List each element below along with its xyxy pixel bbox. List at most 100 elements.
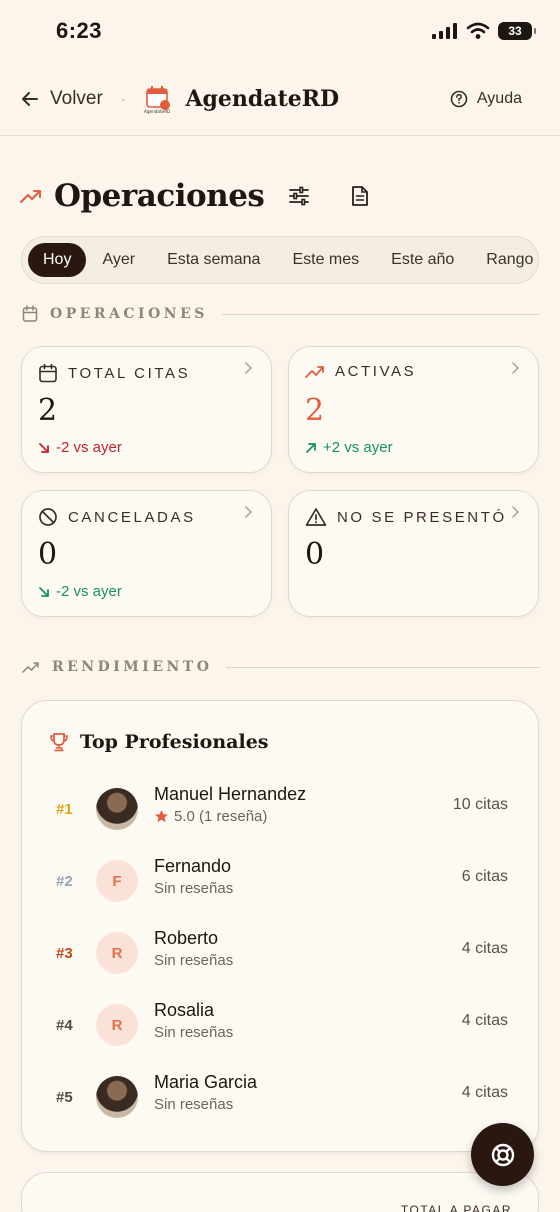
chevron-right-icon: [512, 362, 520, 374]
rank: #3: [56, 945, 73, 962]
stat-trend-text: +2 vs ayer: [323, 439, 393, 456]
stat-trend-text: -2 vs ayer: [56, 583, 122, 600]
avatar: R: [96, 932, 138, 974]
battery-icon: 33: [498, 22, 536, 40]
page-title: Operaciones: [54, 178, 265, 214]
avatar: [96, 788, 138, 830]
card-title: Top Profesionales: [80, 731, 269, 753]
professional-row[interactable]: #4 R Rosalia Sin reseñas 4 citas: [22, 997, 540, 1057]
payment-summary-card: TOTAL A PAGAR: [21, 1172, 539, 1212]
document-icon[interactable]: [350, 185, 370, 207]
nav-separator: ·: [120, 90, 126, 107]
wifi-icon: [466, 22, 490, 39]
appointment-count: 10 citas: [452, 796, 508, 813]
stat-title: NO SE PRESENTÓ: [337, 508, 507, 526]
rank: #5: [56, 1089, 73, 1106]
stat-title: ACTIVAS: [335, 363, 417, 380]
rank: #1: [56, 801, 73, 818]
trending-up-icon: [20, 190, 41, 203]
avatar: F: [96, 860, 138, 902]
ban-icon: [39, 508, 57, 526]
star-icon: [155, 810, 168, 823]
stat-card-canceladas[interactable]: CANCELADAS 0 -2 vs ayer: [21, 490, 272, 617]
section-rendimiento: RENDIMIENTO: [22, 659, 539, 675]
brand-logo: AgendateRD: [143, 84, 173, 114]
svg-text:AgendateRD: AgendateRD: [144, 109, 170, 114]
section-title: OPERACIONES: [50, 306, 208, 322]
divider: [226, 666, 539, 668]
status-bar: 6:23 33: [0, 0, 560, 62]
rank: #2: [56, 873, 73, 890]
professional-row[interactable]: #1 Manuel Hernandez 5.0 (1 reseña) 10 ci…: [22, 781, 540, 841]
professional-name: Fernando: [154, 856, 232, 876]
section-operaciones: OPERACIONES: [22, 305, 539, 323]
arrow-left-icon: [22, 91, 38, 106]
chevron-right-icon: [512, 506, 520, 518]
signal-icon: [432, 23, 457, 39]
professional-row[interactable]: #5 Maria Garcia Sin reseñas 4 citas: [22, 1069, 540, 1129]
warning-icon: [305, 508, 327, 526]
support-fab[interactable]: [471, 1123, 534, 1186]
trending-up-icon: [305, 365, 324, 378]
stat-card-no-show[interactable]: NO SE PRESENTÓ 0: [288, 490, 539, 617]
appointment-count: 6 citas: [461, 868, 508, 885]
professional-name: Rosalia: [154, 1000, 215, 1020]
tab-esta-semana[interactable]: Esta semana: [151, 243, 276, 277]
stat-card-total-citas[interactable]: TOTAL CITAS 2 -2 vs ayer: [21, 346, 272, 473]
appointment-count: 4 citas: [461, 1012, 508, 1029]
professional-row[interactable]: #2 F Fernando Sin reseñas 6 citas: [22, 853, 540, 913]
battery-level: 33: [508, 24, 522, 38]
avatar: R: [96, 1004, 138, 1046]
stat-trend: -2 vs ayer: [38, 583, 122, 600]
top-nav: Volver · AgendateRD AgendateRD Ayuda: [0, 62, 560, 136]
tab-este-ano[interactable]: Este año: [375, 243, 470, 277]
arrow-down-right-icon: [39, 586, 49, 597]
appointment-count: 4 citas: [461, 1084, 508, 1101]
stat-title: CANCELADAS: [68, 508, 196, 526]
trending-up-icon: [22, 662, 39, 673]
total-label: TOTAL A PAGAR: [400, 1203, 512, 1212]
stat-trend-text: -2 vs ayer: [56, 439, 122, 456]
tab-ayer[interactable]: Ayer: [86, 243, 151, 277]
stat-value: 2: [38, 393, 58, 428]
section-title: RENDIMIENTO: [52, 659, 213, 675]
stat-trend: +2 vs ayer: [305, 439, 393, 456]
help-button[interactable]: Ayuda: [450, 90, 522, 108]
professional-row[interactable]: #3 R Roberto Sin reseñas 4 citas: [22, 925, 540, 985]
page-title-row: Operaciones: [20, 178, 370, 214]
divider: [221, 313, 539, 315]
professional-rating: Sin reseñas: [154, 1024, 234, 1041]
professional-rating: Sin reseñas: [154, 952, 234, 969]
professional-name: Manuel Hernandez: [154, 784, 307, 804]
stat-value: 2: [305, 393, 325, 428]
calendar-icon: [39, 363, 57, 383]
chevron-right-icon: [245, 362, 253, 374]
back-button[interactable]: Volver: [20, 88, 103, 110]
appointment-count: 4 citas: [461, 940, 508, 957]
tab-rango[interactable]: Rango: [470, 243, 538, 277]
help-label: Ayuda: [476, 89, 522, 107]
period-tabs: Hoy Ayer Esta semana Este mes Este año R…: [21, 236, 539, 284]
tab-hoy[interactable]: Hoy: [28, 243, 87, 277]
professional-rating: Sin reseñas: [154, 1096, 234, 1113]
tab-este-mes[interactable]: Este mes: [276, 243, 375, 277]
calendar-logo-icon: AgendateRD: [144, 85, 171, 114]
top-professionals-card: Top Profesionales #1 Manuel Hernandez 5.…: [21, 700, 539, 1152]
lifebuoy-icon: [491, 1143, 514, 1166]
stat-title: TOTAL CITAS: [68, 364, 191, 382]
back-label: Volver: [50, 87, 103, 109]
professional-name: Maria Garcia: [154, 1072, 258, 1092]
help-circle-icon: [450, 90, 468, 107]
calendar-icon: [22, 305, 38, 322]
arrow-up-right-icon: [306, 442, 316, 453]
stat-card-activas[interactable]: ACTIVAS 2 +2 vs ayer: [288, 346, 539, 473]
filter-sliders-icon[interactable]: [288, 185, 310, 207]
stat-value: 0: [305, 537, 325, 572]
professional-name: Roberto: [154, 928, 219, 948]
arrow-down-right-icon: [39, 442, 49, 453]
stat-value: 0: [38, 537, 58, 572]
rank: #4: [56, 1017, 73, 1034]
professional-rating: Sin reseñas: [154, 880, 234, 897]
professional-rating: 5.0 (1 reseña): [174, 808, 268, 825]
status-time: 6:23: [56, 18, 103, 43]
